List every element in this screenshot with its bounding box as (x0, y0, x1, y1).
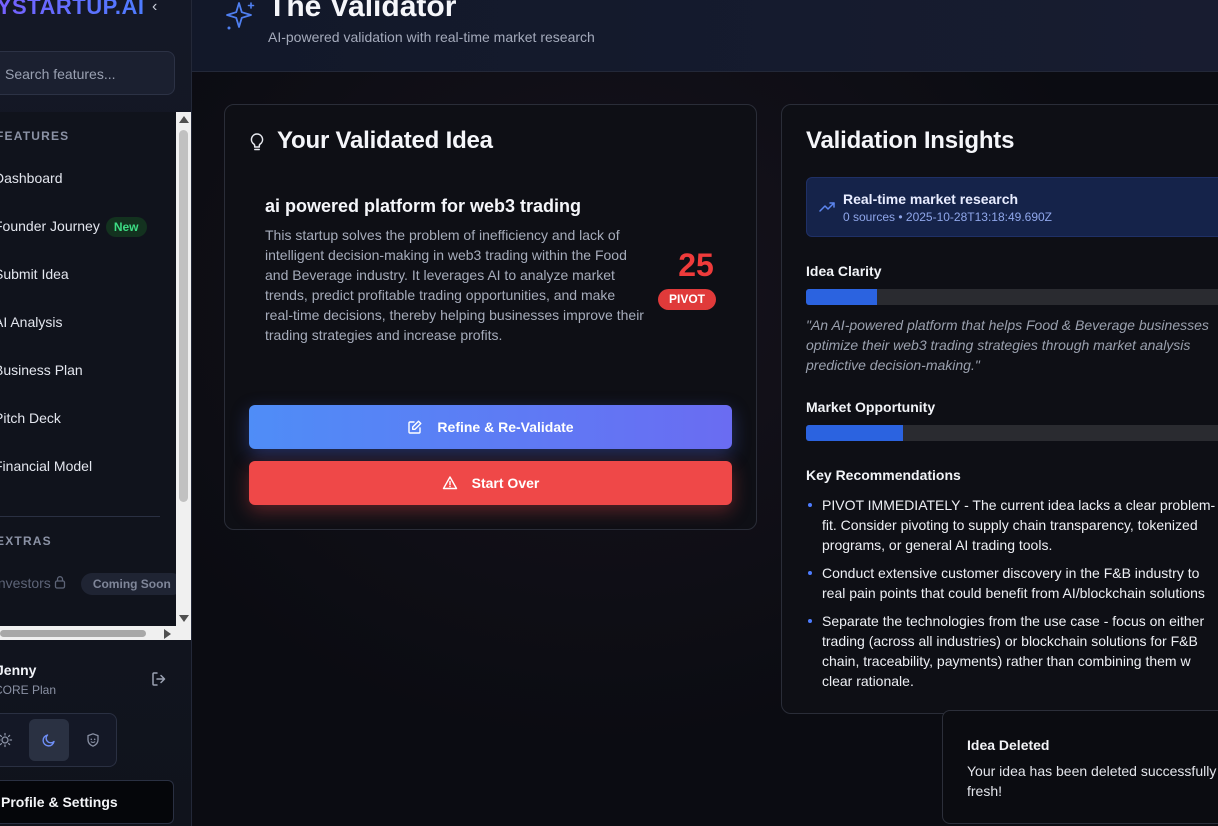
page-header: The Validator AI-powered validation with… (192, 0, 1218, 72)
edit-icon (408, 420, 422, 434)
rec-line: Separate the technologies from the use c… (822, 613, 1205, 629)
sidebar-item-ai-analysis[interactable]: AI Analysis (0, 302, 62, 342)
rec-line: trading (across all industries) or block… (822, 633, 1198, 649)
lock-icon (53, 564, 67, 604)
sparkle-icon (224, 0, 258, 39)
button-label: Start Over (471, 475, 540, 491)
sidebar-item-investors: Investors Coming Soon (0, 563, 176, 603)
moon-icon (42, 734, 55, 747)
refine-revalidate-button[interactable]: Refine & Re-Validate (249, 405, 732, 449)
light-theme-button[interactable] (0, 719, 25, 761)
recommendation-item: Separate the technologies from the use c… (806, 611, 1218, 691)
toast-line: Your idea has been deleted successfully (967, 763, 1217, 779)
rec-line: chain, traceability, payments) rather th… (822, 653, 1191, 669)
idea-clarity-bar (806, 289, 1218, 305)
idea-clarity-label: Idea Clarity (806, 263, 882, 279)
logout-icon[interactable] (150, 670, 168, 693)
profile-settings-button[interactable]: Profile & Settings (0, 780, 174, 824)
new-badge: New (105, 217, 147, 238)
sidebar-item-founder-journey[interactable]: Founder Journey New (0, 206, 147, 246)
sidebar-nav: FEATURES Dashboard Founder Journey New Su… (0, 112, 176, 640)
research-title: Real-time market research (843, 191, 1019, 207)
shield-face-icon (87, 733, 99, 747)
dark-theme-button[interactable] (29, 719, 69, 761)
clarity-quote: "An AI-powered platform that helps Food … (806, 315, 1218, 375)
toast-line: fresh! (967, 783, 1003, 799)
nav-section-extras: EXTRAS (0, 534, 52, 548)
scroll-down-arrow-icon[interactable] (179, 615, 189, 622)
sidebar-item-label: Investors (0, 575, 51, 591)
sidebar-item-financial-model[interactable]: Financial Model (0, 446, 92, 486)
sidebar-item-pitch-deck[interactable]: Pitch Deck (0, 398, 61, 438)
market-opportunity-label: Market Opportunity (806, 399, 936, 415)
idea-clarity-fill (806, 289, 878, 305)
quote-line: predictive decision-making." (806, 357, 980, 373)
market-opportunity-bar (806, 425, 1218, 441)
validated-idea-card: Your Validated Idea ai powered platform … (224, 104, 757, 530)
sidebar-item-label: Founder Journey (0, 218, 100, 234)
recommendation-item: PIVOT IMMEDIATELY - The current idea lac… (806, 495, 1218, 555)
toast-message: Your idea has been deleted successfully … (967, 761, 1216, 801)
quote-line: "An AI-powered platform that helps Food … (806, 317, 1209, 333)
sidebar-item-dashboard[interactable]: Dashboard (0, 158, 63, 198)
scroll-up-arrow-icon[interactable] (179, 116, 189, 123)
rec-line: real pain points that could benefit from… (822, 585, 1205, 601)
sidebar-vertical-scrollbar[interactable] (176, 112, 191, 626)
sidebar-item-label: Financial Model (0, 458, 93, 474)
research-meta: 0 sources • 2025-10-28T13:18:49.690Z (843, 210, 1053, 224)
verdict-badge: PIVOT (658, 289, 716, 310)
recommendations-title: Key Recommendations (806, 467, 961, 483)
sidebar: MYSTARTUP.AI ‹ Search features... FEATUR… (0, 0, 192, 826)
rec-line: PIVOT IMMEDIATELY - The current idea lac… (822, 497, 1216, 513)
market-research-banner: Real-time market research 0 sources • 20… (806, 177, 1218, 237)
brand-logo: MYSTARTUP.AI (0, 0, 145, 20)
user-name: Jenny (0, 662, 37, 678)
search-input[interactable]: Search features... (0, 51, 175, 95)
toast-title: Idea Deleted (967, 737, 1050, 753)
rec-line: fit. Consider pivoting to supply chain t… (822, 517, 1198, 533)
sidebar-item-label: AI Analysis (0, 314, 63, 330)
user-plan: CORE Plan (0, 683, 57, 697)
rec-line: programs, or general AI trading tools. (822, 537, 1053, 553)
recommendation-item: Conduct extensive customer discovery in … (806, 563, 1218, 603)
collapse-sidebar-icon[interactable]: ‹ (152, 0, 166, 16)
toast-notification[interactable]: Idea Deleted Your idea has been deleted … (942, 710, 1218, 824)
sun-icon (0, 732, 13, 748)
lightbulb-icon (249, 132, 265, 157)
nav-divider (0, 516, 160, 517)
sidebar-item-label: Pitch Deck (0, 410, 61, 426)
sidebar-horizontal-scrollbar[interactable] (0, 626, 191, 640)
rec-line: Conduct extensive customer discovery in … (822, 565, 1200, 581)
sidebar-item-label: Business Plan (0, 362, 83, 378)
scrollbar-thumb[interactable] (0, 630, 146, 637)
sidebar-item-business-plan[interactable]: Business Plan (0, 350, 83, 390)
system-theme-button[interactable] (73, 719, 113, 761)
market-opportunity-fill (806, 425, 903, 441)
sidebar-item-label: Dashboard (0, 170, 63, 186)
scrollbar-thumb[interactable] (179, 130, 188, 502)
warning-icon (442, 476, 457, 490)
idea-description: This startup solves the problem of ineff… (265, 227, 644, 343)
sidebar-item-label: Submit Idea (0, 266, 69, 282)
trending-up-icon (819, 200, 835, 218)
rec-line: clear rationale. (822, 673, 914, 689)
validation-score: 25 (678, 247, 714, 283)
quote-line: optimize their web3 trading strategies t… (806, 337, 1191, 353)
card-title: Your Validated Idea (277, 127, 493, 154)
nav-section-features: FEATURES (0, 129, 70, 143)
card-title: Validation Insights (806, 127, 1015, 154)
button-label: Refine & Re-Validate (437, 419, 574, 435)
coming-soon-badge: Coming Soon (80, 573, 176, 596)
page-subtitle: AI-powered validation with real-time mar… (268, 29, 595, 45)
theme-switcher (0, 713, 117, 767)
scroll-right-arrow-icon[interactable] (164, 629, 171, 639)
validation-insights-card: Validation Insights Real-time market res… (781, 104, 1218, 714)
sidebar-item-submit-idea[interactable]: Submit Idea (0, 254, 69, 294)
start-over-button[interactable]: Start Over (249, 461, 732, 505)
page-title: The Validator (268, 0, 457, 23)
idea-name: ai powered platform for web3 trading (265, 196, 582, 216)
